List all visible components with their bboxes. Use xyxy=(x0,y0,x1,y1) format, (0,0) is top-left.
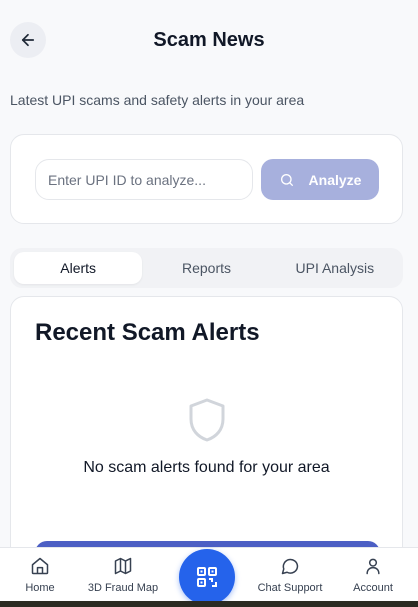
qr-code-icon xyxy=(197,567,217,587)
news-tabs: Alerts Reports UPI Analysis xyxy=(10,248,403,288)
home-icon xyxy=(31,557,49,575)
chat-icon xyxy=(281,558,299,575)
system-bar xyxy=(0,601,418,607)
tab-reports[interactable]: Reports xyxy=(142,252,270,284)
page-subtitle: Latest UPI scams and safety alerts in yo… xyxy=(10,92,305,108)
search-icon xyxy=(280,173,293,186)
nav-home-label: Home xyxy=(25,582,55,594)
header: Scam News xyxy=(0,0,418,82)
nav-fraud-map-label: 3D Fraud Map xyxy=(87,582,159,594)
nav-chat-support[interactable]: Chat Support xyxy=(254,548,326,602)
nav-fraud-map[interactable]: 3D Fraud Map xyxy=(86,548,160,602)
empty-state-message: No scam alerts found for your area xyxy=(83,459,330,476)
tab-upi-analysis[interactable]: UPI Analysis xyxy=(271,252,399,284)
nav-account-label: Account xyxy=(353,582,393,594)
page-title: Scam News xyxy=(153,29,265,51)
upi-search-card: Analyze xyxy=(10,134,403,224)
shield-icon xyxy=(189,398,225,442)
map-icon xyxy=(114,557,132,575)
nav-chat-support-label: Chat Support xyxy=(257,582,323,594)
nav-account[interactable]: Account xyxy=(350,548,396,602)
nav-home[interactable]: Home xyxy=(22,548,58,602)
analyze-button[interactable]: Analyze xyxy=(261,159,379,200)
alerts-title: Recent Scam Alerts xyxy=(35,319,260,346)
tab-alerts[interactable]: Alerts xyxy=(14,252,143,284)
qr-scan-button[interactable] xyxy=(179,549,235,605)
upi-id-input[interactable] xyxy=(35,159,253,200)
analyze-button-label: Analyze xyxy=(308,171,362,188)
user-icon xyxy=(366,558,380,575)
